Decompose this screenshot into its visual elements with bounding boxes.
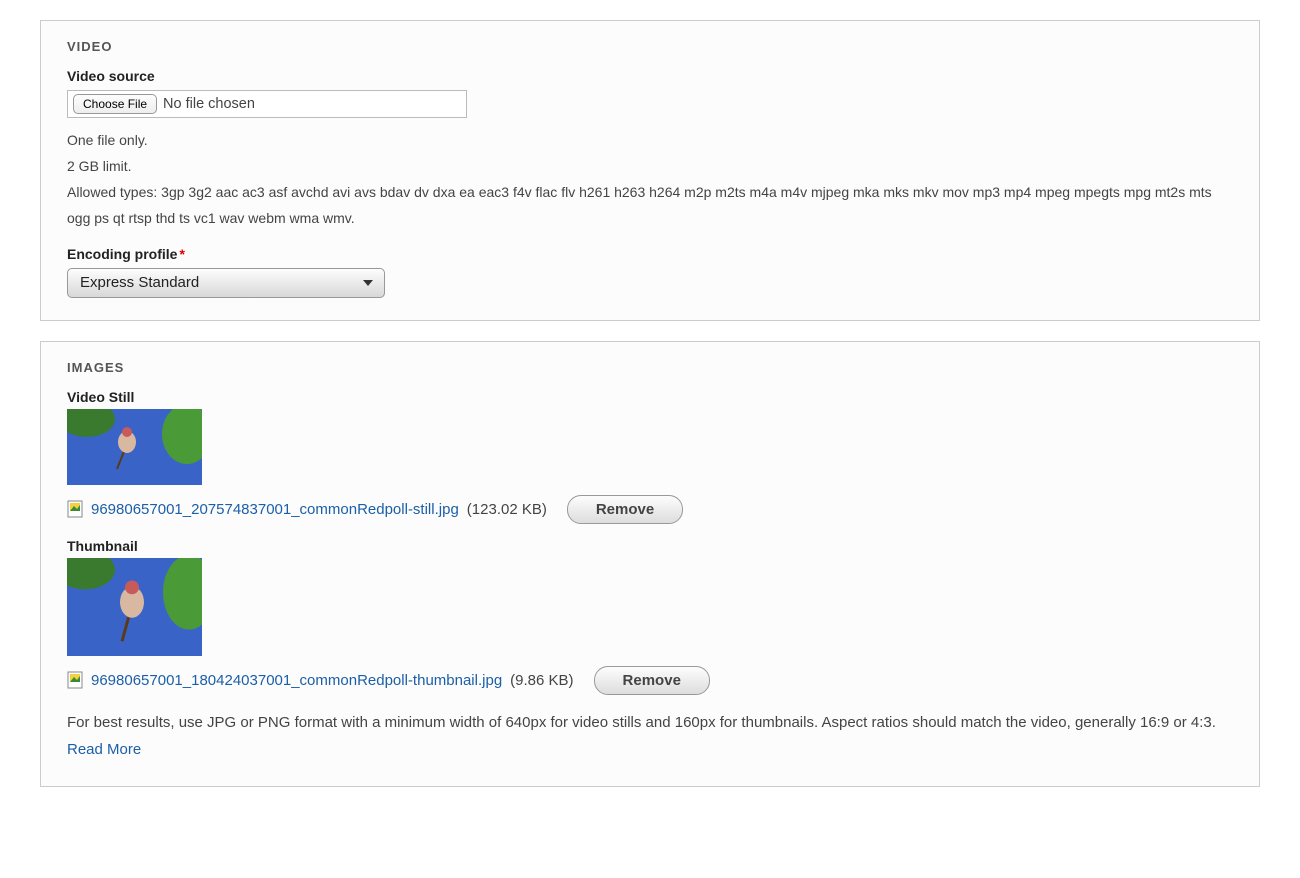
thumbnail-remove-button[interactable]: Remove bbox=[594, 666, 710, 695]
encoding-profile-select[interactable]: Express Standard bbox=[67, 268, 385, 298]
hint-one-file: One file only. bbox=[67, 128, 1233, 154]
images-help-text: For best results, use JPG or PNG format … bbox=[67, 709, 1233, 765]
video-source-label: Video source bbox=[67, 68, 1233, 84]
thumbnail-group: Thumbnail 96980657001_180424037001_commo… bbox=[67, 538, 1233, 695]
video-panel: VIDEO Video source Choose File No file c… bbox=[40, 20, 1260, 321]
images-panel: IMAGES Video Still 96980657001_207574837… bbox=[40, 341, 1260, 788]
video-source-hints: One file only. 2 GB limit. Allowed types… bbox=[67, 128, 1233, 232]
encoding-profile-value[interactable]: Express Standard bbox=[67, 268, 385, 298]
video-still-group: Video Still 96980657001_207574837001_com… bbox=[67, 389, 1233, 524]
thumbnail-filename-link[interactable]: 96980657001_180424037001_commonRedpoll-t… bbox=[91, 672, 502, 689]
hint-size-limit: 2 GB limit. bbox=[67, 154, 1233, 180]
video-still-filesize: (123.02 KB) bbox=[467, 501, 547, 518]
thumbnail-label: Thumbnail bbox=[67, 538, 1233, 554]
thumbnail-file-row: 96980657001_180424037001_commonRedpoll-t… bbox=[67, 666, 1233, 695]
read-more-link[interactable]: Read More bbox=[67, 741, 141, 758]
video-panel-title: VIDEO bbox=[67, 39, 1233, 54]
choose-file-button[interactable]: Choose File bbox=[73, 94, 157, 114]
video-still-thumbnail bbox=[67, 409, 202, 485]
video-still-remove-button[interactable]: Remove bbox=[567, 495, 683, 524]
thumbnail-image bbox=[67, 558, 202, 656]
thumbnail-filesize: (9.86 KB) bbox=[510, 672, 573, 689]
encoding-profile-label: Encoding profile* bbox=[67, 246, 1233, 262]
video-still-filename-link[interactable]: 96980657001_207574837001_commonRedpoll-s… bbox=[91, 501, 459, 518]
image-file-icon bbox=[67, 671, 83, 689]
required-asterisk: * bbox=[179, 246, 184, 262]
no-file-chosen-text: No file chosen bbox=[163, 96, 255, 112]
image-file-icon bbox=[67, 500, 83, 518]
video-still-label: Video Still bbox=[67, 389, 1233, 405]
images-help-body: For best results, use JPG or PNG format … bbox=[67, 714, 1216, 731]
hint-allowed-types: Allowed types: 3gp 3g2 aac ac3 asf avchd… bbox=[67, 180, 1233, 232]
images-panel-title: IMAGES bbox=[67, 360, 1233, 375]
video-source-file-input[interactable]: Choose File No file chosen bbox=[67, 90, 467, 118]
video-still-file-row: 96980657001_207574837001_commonRedpoll-s… bbox=[67, 495, 1233, 524]
